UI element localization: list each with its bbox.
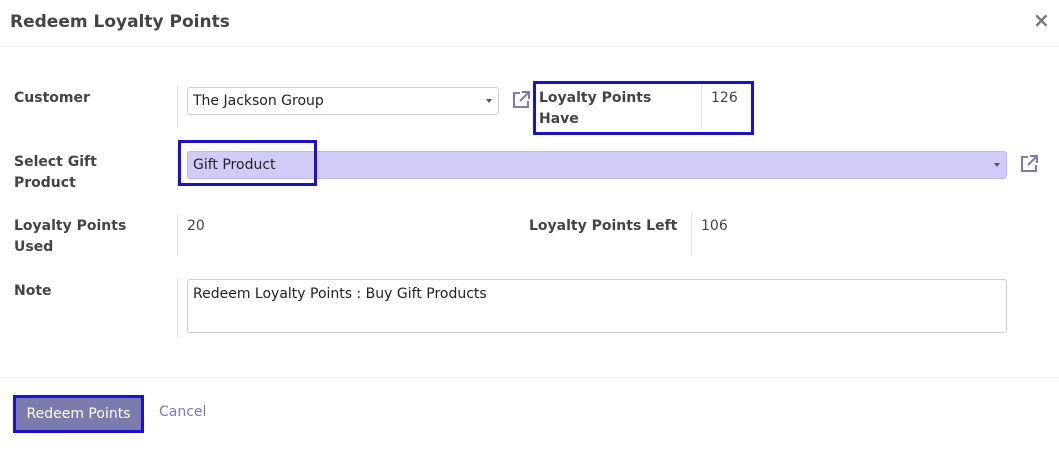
loyalty-points-have-value: 126: [711, 90, 738, 106]
gift-product-select[interactable]: Gift Product: [187, 151, 1007, 179]
note-textarea[interactable]: Redeem Loyalty Points : Buy Gift Product…: [187, 279, 1007, 333]
customer-select-value: The Jackson Group: [193, 93, 324, 109]
customer-select[interactable]: The Jackson Group: [187, 87, 499, 115]
divider: [701, 85, 702, 129]
customer-label: Customer: [14, 90, 90, 106]
gift-product-select-value: Gift Product: [193, 157, 276, 173]
external-link-icon[interactable]: [510, 89, 532, 111]
dialog-title: Redeem Loyalty Points: [10, 12, 230, 32]
note-label: Note: [14, 283, 52, 299]
divider: [177, 276, 178, 340]
chevron-down-icon: [994, 163, 1000, 167]
loyalty-points-have-label: Loyalty Points Have: [539, 90, 652, 127]
divider: [177, 85, 178, 129]
gift-product-label: Select Gift Product: [14, 154, 97, 191]
divider: [691, 212, 692, 256]
loyalty-points-left-value: 106: [701, 218, 728, 234]
footer-divider: [0, 377, 1059, 378]
loyalty-points-left-label: Loyalty Points Left: [529, 218, 678, 234]
cancel-button[interactable]: Cancel: [159, 404, 206, 420]
divider: [177, 146, 178, 190]
close-icon[interactable]: ×: [1033, 10, 1050, 30]
external-link-icon[interactable]: [1018, 153, 1040, 175]
redeem-points-button[interactable]: Redeem Points: [16, 398, 141, 430]
chevron-down-icon: [486, 99, 492, 103]
divider: [177, 212, 178, 256]
loyalty-points-used-value: 20: [187, 218, 205, 234]
loyalty-points-used-label: Loyalty Points Used: [14, 218, 127, 255]
dialog-header: Redeem Loyalty Points ×: [0, 0, 1059, 47]
